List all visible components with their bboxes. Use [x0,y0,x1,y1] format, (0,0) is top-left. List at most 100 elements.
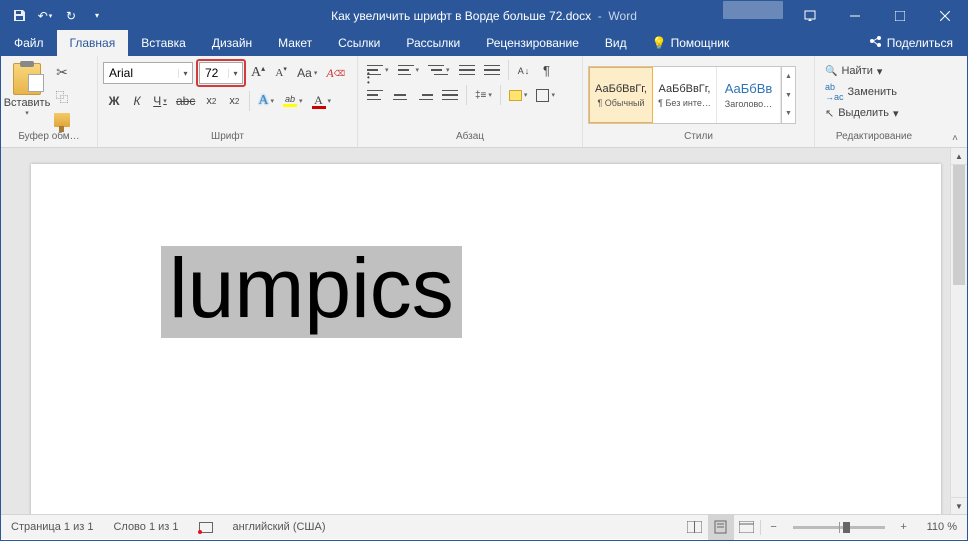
sort-button[interactable] [513,59,535,81]
user-account[interactable] [723,1,783,19]
format-painter-button[interactable] [50,109,74,131]
tab-design[interactable]: Дизайн [199,30,265,56]
italic-button[interactable]: К [126,90,148,112]
change-case-button[interactable]: Aa▾ [293,62,321,84]
language-button[interactable]: английский (США) [223,515,336,539]
zoom-slider[interactable] [793,526,885,529]
maximize-button[interactable] [877,1,922,30]
style-normal[interactable]: АаБбВвГг, ¶ Обычный [589,67,653,123]
borders-button[interactable]: ▾ [532,84,559,106]
show-marks-button[interactable] [536,59,558,81]
numbering-button[interactable]: ▾ [394,59,424,81]
bulb-icon: 💡 [652,36,667,50]
zoom-in-button[interactable]: + [891,515,917,540]
styles-more-button[interactable]: ▼ [782,104,795,123]
font-color-button[interactable]: A▾ [308,90,336,112]
redo-button[interactable]: ↻ [59,4,83,28]
scroll-up-button[interactable]: ▲ [951,148,967,165]
print-layout-button[interactable] [708,515,734,540]
selected-text[interactable]: lumpics [161,246,462,338]
zoom-out-button[interactable]: − [761,515,787,540]
share-button[interactable]: Поделиться [855,35,967,51]
fill-icon [509,90,522,101]
underline-button[interactable]: Ч▾ [149,90,171,112]
shading-button[interactable]: ▾ [505,84,532,106]
zoom-thumb[interactable] [843,522,850,533]
tab-mailings[interactable]: Рассылки [393,30,473,56]
align-center-button[interactable] [388,84,412,106]
format-painter-icon [54,113,70,127]
proofing-button[interactable] [189,515,223,539]
styles-gallery-scroll: ▲ ▼ ▼ [781,67,795,123]
vertical-scrollbar[interactable]: ▲ ▼ [950,148,967,514]
select-button[interactable]: Выделить▾ [820,103,904,123]
app-name: Word [608,9,636,23]
text-effects-button[interactable]: A▾ [254,90,278,112]
find-button[interactable]: Найти▾ [820,61,904,81]
line-spacing-button[interactable]: ‡≡▾ [471,84,496,106]
cut-button[interactable] [50,61,74,83]
increase-indent-button[interactable] [480,59,504,81]
read-mode-button[interactable] [682,515,708,540]
styles-up-button[interactable]: ▲ [782,67,795,86]
status-bar: Страница 1 из 1 Слово 1 из 1 английский … [1,514,967,539]
copy-button[interactable] [50,85,74,107]
shrink-font-button[interactable]: A▾ [270,62,292,84]
tab-view[interactable]: Вид [592,30,640,56]
styles-down-button[interactable]: ▼ [782,86,795,105]
undo-button[interactable]: ↶▾ [33,4,57,28]
clear-format-button[interactable]: A⌫ [322,62,349,84]
font-size-combo[interactable]: 72 ▾ [199,62,243,84]
separator [249,91,250,111]
highlight-color-button[interactable]: ab▾ [279,90,307,112]
font-name-combo[interactable]: Arial ▾ [103,62,193,84]
minimize-button[interactable] [832,1,877,30]
tab-review[interactable]: Рецензирование [473,30,592,56]
collapse-ribbon-button[interactable]: ˄ [947,131,963,145]
scroll-down-button[interactable]: ▼ [951,497,967,514]
replace-button[interactable]: ab→acЗаменить [820,82,904,102]
style-heading1[interactable]: АаБбВв Заголово… [717,67,781,123]
word-count[interactable]: Слово 1 из 1 [103,515,188,539]
font-name-dropdown[interactable]: ▾ [178,69,192,78]
sort-icon [518,63,530,77]
strikethrough-button[interactable]: abc [172,90,199,112]
paste-label: Вставить [4,97,51,109]
tab-layout[interactable]: Макет [265,30,325,56]
zoom-level[interactable]: 110 % [917,521,967,533]
grow-font-button[interactable]: A▴ [247,62,269,84]
subscript-button[interactable]: x2 [200,90,222,112]
find-icon [825,65,837,77]
page-count[interactable]: Страница 1 из 1 [1,515,103,539]
multilevel-list-button[interactable]: ▾ [424,59,454,81]
superscript-button[interactable]: x2 [223,90,245,112]
tab-home[interactable]: Главная [57,30,129,56]
ribbon-tabs: Файл Главная Вставка Дизайн Макет Ссылки… [1,30,967,56]
document-text: lumpics [169,241,454,335]
tell-me-label: Помощник [671,36,730,50]
justify-button[interactable] [438,84,462,106]
bold-button[interactable]: Ж [103,90,125,112]
clipboard-label: Буфер обм… [6,131,92,147]
paste-button[interactable]: Вставить ▾ [6,59,48,125]
group-paragraph: ▾ ▾ ▾ ‡≡▾ ▾ [358,56,583,147]
style-no-spacing[interactable]: АаБбВвГг, ¶ Без инте… [653,67,717,123]
align-right-button[interactable] [413,84,437,106]
scroll-thumb[interactable] [953,165,965,285]
page[interactable]: lumpics [31,164,941,514]
tell-me-field[interactable]: 💡 Помощник [640,30,742,56]
decrease-indent-button[interactable] [455,59,479,81]
save-button[interactable] [7,4,31,28]
tab-references[interactable]: Ссылки [325,30,393,56]
font-size-dropdown[interactable]: ▾ [228,69,242,78]
tab-insert[interactable]: Вставка [128,30,199,56]
tab-file[interactable]: Файл [1,30,57,56]
align-left-button[interactable] [363,84,387,106]
bullets-button[interactable]: ▾ [363,59,393,81]
group-editing: Найти▾ ab→acЗаменить Выделить▾ Редактиро… [815,56,933,147]
ribbon-options-button[interactable] [787,1,832,30]
web-layout-button[interactable] [734,515,760,540]
book-icon [199,522,213,533]
close-button[interactable] [922,1,967,30]
qat-customize-button[interactable]: ▾ [85,4,109,28]
